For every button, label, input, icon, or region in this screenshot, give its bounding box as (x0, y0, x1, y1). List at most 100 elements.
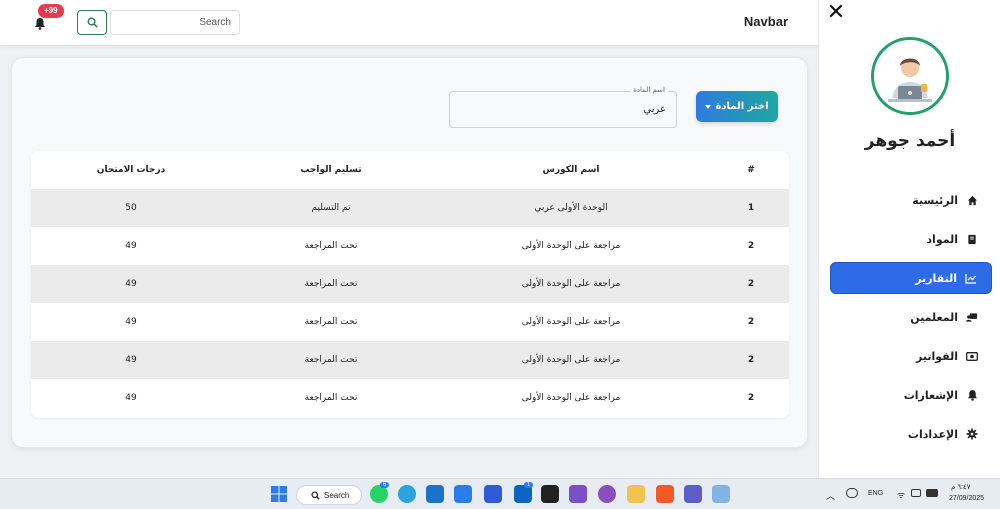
search-button[interactable] (77, 10, 107, 35)
row-homework: تحت المراجعة (304, 279, 358, 289)
search-input[interactable] (110, 10, 240, 35)
header-homework: تسليم الواجب (300, 165, 362, 175)
main-content: +99 Navbar اختر المادة اسم المادة عربي #… (0, 0, 818, 478)
home-icon (966, 194, 978, 206)
row-homework: تحت المراجعة (304, 241, 358, 251)
row-course: مراجعة على الوحدة الأولى (521, 317, 621, 327)
row-grade: 49 (125, 279, 137, 289)
user-name: أحمد جوهر (864, 131, 956, 151)
row-num: 2 (747, 355, 755, 365)
gear-icon (966, 428, 978, 440)
row-grade: 49 (125, 355, 137, 365)
github-desktop-icon[interactable] (598, 485, 616, 503)
row-course: مراجعة على الوحدة الأولى (521, 279, 621, 289)
clock-date[interactable]: 27/09/2025 (949, 495, 984, 502)
header-num: # (747, 165, 755, 175)
avatar (871, 37, 949, 115)
cloud-icon[interactable] (846, 488, 858, 498)
search-icon (311, 490, 320, 500)
row-course: الوحدة الأولى عربي (534, 203, 608, 213)
table-row[interactable]: 1 الوحدة الأولى عربي تم التسليم 50 (31, 189, 789, 227)
teams-icon[interactable] (684, 485, 702, 503)
taskbar-search[interactable]: Search (296, 485, 362, 505)
row-num: 2 (747, 393, 755, 403)
snipping-tool-icon[interactable] (712, 485, 730, 503)
subject-name-label: اسم المادة (630, 86, 668, 94)
sidebar-item-home[interactable]: الرئيسية (830, 184, 992, 216)
reports-table: # اسم الكورس تسليم الواجب درجات الامتحان… (31, 151, 789, 418)
search-icon (87, 17, 98, 28)
sidebar-item-label: الإشعارات (903, 388, 958, 402)
row-course: مراجعة على الوحدة الأولى (521, 355, 621, 365)
row-grade: 49 (125, 317, 137, 327)
sidebar-item-teachers[interactable]: المعلمين (830, 301, 992, 333)
vscode-icon[interactable] (454, 485, 472, 503)
windows-taskbar: Search 6 1 ︿ ENG ᯤ ٦:٤٧ م 27/09/2025 (0, 478, 1000, 509)
github-icon[interactable] (541, 485, 559, 503)
row-homework: تحت المراجعة (304, 355, 358, 365)
bell-icon (966, 389, 978, 401)
row-num: 2 (747, 241, 755, 251)
file-explorer-icon[interactable] (627, 485, 645, 503)
table-row[interactable]: 2 مراجعة على الوحدة الأولى تحت المراجعة … (31, 379, 789, 417)
sidebar-item-label: الفواتير (916, 349, 958, 363)
close-sidebar-icon[interactable]: ✕ (825, 2, 847, 24)
sidebar-item-label: التقارير (915, 271, 957, 285)
sidebar-item-label: المواد (926, 232, 958, 246)
sidebar-item-notifications[interactable]: الإشعارات (830, 379, 992, 411)
row-num: 2 (747, 317, 755, 327)
reports-card: اختر المادة اسم المادة عربي # اسم الكورس… (11, 57, 808, 448)
telegram-icon[interactable] (398, 485, 416, 503)
tray-chevron-icon[interactable]: ︿ (826, 489, 835, 502)
brave-browser-icon[interactable] (656, 485, 674, 503)
table-row[interactable]: 2 مراجعة على الوحدة الأولى تحت المراجعة … (31, 341, 789, 379)
subject-name-field[interactable]: اسم المادة عربي (449, 86, 677, 128)
chart-icon (965, 272, 977, 284)
sidebar-item-label: المعلمين (910, 310, 958, 324)
row-homework: تحت المراجعة (304, 393, 358, 403)
book-icon (966, 233, 978, 245)
row-course: مراجعة على الوحدة الأولى (521, 241, 621, 251)
caret-down-icon (705, 104, 712, 109)
row-homework: تم التسليم (311, 203, 351, 213)
header-course: اسم الكورس (542, 165, 600, 175)
sidebar: ✕ أحمد جوهر الرئيسية المواد التقارير الم… (818, 0, 1000, 478)
table-row[interactable]: 2 مراجعة على الوحدة الأولى تحت المراجعة … (31, 303, 789, 341)
outlook-icon[interactable] (426, 485, 444, 503)
top-navbar: +99 Navbar (0, 0, 818, 46)
volume-icon[interactable] (911, 489, 921, 497)
row-grade: 49 (125, 241, 137, 251)
table-row[interactable]: 2 مراجعة على الوحدة الأولى تحت المراجعة … (31, 227, 789, 265)
row-homework: تحت المراجعة (304, 317, 358, 327)
whatsapp-badge: 6 (380, 482, 390, 488)
row-num: 1 (747, 203, 755, 213)
row-grade: 49 (125, 393, 137, 403)
teacher-icon (966, 311, 978, 323)
select-subject-label: اختر المادة (715, 101, 769, 112)
money-icon (966, 350, 978, 362)
visual-studio-icon[interactable] (569, 485, 587, 503)
navbar-brand[interactable]: Navbar (744, 14, 788, 29)
row-num: 2 (747, 279, 755, 289)
battery-icon[interactable] (926, 489, 938, 497)
row-grade: 50 (125, 203, 137, 213)
header-grade: درجات الامتحان (96, 165, 166, 175)
select-subject-button[interactable]: اختر المادة (696, 91, 778, 122)
sidebar-item-label: الرئيسية (912, 193, 958, 207)
sidebar-item-settings[interactable]: الإعدادات (830, 418, 992, 450)
notifications-badge: +99 (38, 4, 64, 18)
language-indicator[interactable]: ENG (868, 490, 883, 497)
taskbar-search-label: Search (324, 490, 350, 500)
sidebar-item-subjects[interactable]: المواد (830, 223, 992, 255)
table-row[interactable]: 2 مراجعة على الوحدة الأولى تحت المراجعة … (31, 265, 789, 303)
linkedin-badge: 1 (524, 482, 534, 488)
sidebar-item-invoices[interactable]: الفواتير (830, 340, 992, 372)
wifi-icon[interactable]: ᯤ (897, 488, 905, 501)
windows-start-icon[interactable] (270, 485, 288, 503)
database-icon[interactable] (484, 485, 502, 503)
subject-name-value: عربي (643, 104, 666, 115)
table-header: # اسم الكورس تسليم الواجب درجات الامتحان (31, 151, 789, 189)
sidebar-item-label: الإعدادات (907, 427, 958, 441)
clock-time[interactable]: ٦:٤٧ م (951, 483, 971, 491)
sidebar-item-reports[interactable]: التقارير (830, 262, 992, 294)
